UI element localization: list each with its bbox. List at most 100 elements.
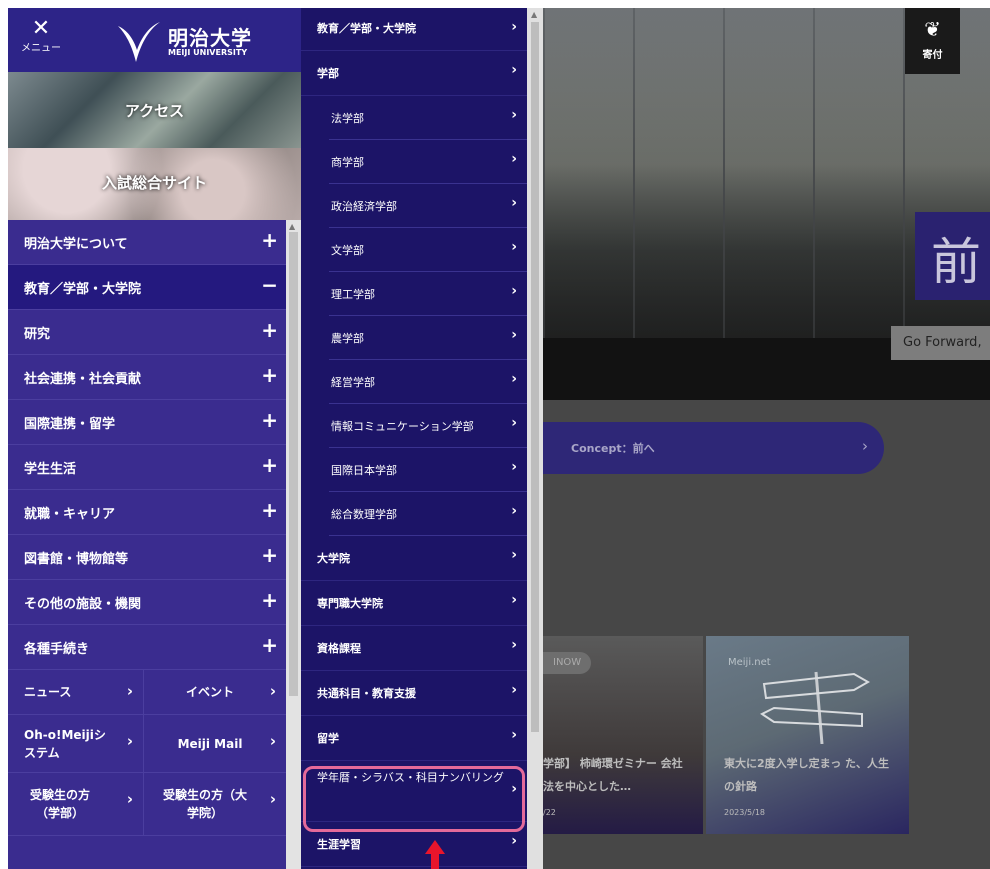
submenu-item-qualification[interactable]: 資格課程 › bbox=[301, 626, 527, 671]
close-icon: ✕ bbox=[31, 16, 51, 41]
quick-links-row: 受験生の方（学部） › 受験生の方（大学院） › bbox=[8, 773, 286, 836]
news-link[interactable]: ニュース › bbox=[8, 670, 144, 714]
entrance-exam-banner-button[interactable]: 入試総合サイト bbox=[8, 148, 301, 220]
chevron-right-icon: › bbox=[511, 239, 517, 255]
hero-title: 前 bbox=[931, 233, 981, 291]
background-page: ❦ 寄付 前 Go Forward, Concept：前へ › INOW 学部】… bbox=[543, 8, 990, 869]
menu-item-international[interactable]: 国際連携・留学 + bbox=[8, 400, 286, 445]
plus-icon: + bbox=[261, 318, 278, 342]
signpost-image bbox=[760, 671, 871, 744]
menu-item-student-life[interactable]: 学生生活 + bbox=[8, 445, 286, 490]
education-submenu-panel: 教育／学部・大学院 › 学部 › 法学部 › 商学部 › 政治経済学部 › 文学部 › 理工… bbox=[301, 8, 527, 869]
menu-item-education[interactable]: 教育／学部・大学院 − bbox=[8, 265, 286, 310]
submenu-item-study-abroad[interactable]: 留学 › bbox=[301, 716, 527, 761]
chevron-right-icon: › bbox=[511, 592, 517, 608]
submenu-faculty-commerce[interactable]: 商学部 › bbox=[301, 140, 527, 184]
news-card[interactable]: Meiji.net 東大に2度入学し定まっ た、人生の針路 2023/5/18 bbox=[706, 636, 909, 834]
main-menu-panel: ✕ メニュー 明治大学 MEIJI UNIVERSITY アクセス 入試総合サイ… bbox=[8, 8, 301, 869]
plus-icon: + bbox=[261, 543, 278, 567]
menu-item-facilities[interactable]: その他の施設・機関 + bbox=[8, 580, 286, 625]
menu-item-about[interactable]: 明治大学について + bbox=[8, 220, 286, 265]
scroll-up-icon: ▲ bbox=[531, 10, 538, 19]
plus-icon: + bbox=[261, 633, 278, 657]
chevron-right-icon: › bbox=[511, 151, 517, 167]
highlight-annotation-box bbox=[303, 766, 525, 832]
close-menu-button[interactable]: ✕ メニュー bbox=[16, 16, 66, 66]
menu-scrollbar[interactable]: ▲ bbox=[286, 220, 301, 869]
menu-item-career[interactable]: 就職・キャリア + bbox=[8, 490, 286, 535]
main-menu-list: 明治大学について + 教育／学部・大学院 − 研究 + 社会連携・社会貢献 + 国際連携… bbox=[8, 220, 286, 836]
chevron-right-icon: › bbox=[126, 682, 133, 700]
submenu-faculty-business[interactable]: 経営学部 › bbox=[301, 360, 527, 404]
submenu-item-faculties[interactable]: 学部 › bbox=[301, 51, 527, 96]
donate-button[interactable]: ❦ 寄付 bbox=[905, 8, 960, 74]
plus-icon: + bbox=[261, 588, 278, 612]
submenu-scrollbar[interactable]: ▲ bbox=[527, 8, 543, 869]
prospective-undergrad-link[interactable]: 受験生の方（学部） › bbox=[8, 773, 144, 835]
chevron-right-icon: › bbox=[511, 727, 517, 743]
sprout-icon: ❦ bbox=[924, 17, 941, 41]
concept-label: Concept：前へ bbox=[571, 442, 655, 455]
chevron-right-icon: › bbox=[269, 732, 276, 750]
plus-icon: + bbox=[261, 408, 278, 432]
chevron-right-icon: › bbox=[511, 19, 517, 35]
quick-links-row: Oh-o!Meijiシステム › Meiji Mail › bbox=[8, 715, 286, 773]
plus-icon: + bbox=[261, 363, 278, 387]
card-date: 2023/5/18 bbox=[724, 808, 766, 817]
access-banner-label: アクセス bbox=[124, 102, 185, 120]
card-tag: INOW bbox=[543, 652, 592, 674]
card-date: /22 bbox=[543, 808, 556, 817]
close-menu-label: メニュー bbox=[21, 43, 61, 54]
chevron-right-icon: › bbox=[511, 107, 517, 123]
donate-label: 寄付 bbox=[922, 50, 943, 61]
chevron-right-icon: › bbox=[511, 195, 517, 211]
submenu-faculty-math[interactable]: 総合数理学部 › bbox=[301, 492, 527, 536]
menu-header: ✕ メニュー 明治大学 MEIJI UNIVERSITY bbox=[8, 8, 301, 72]
chevron-right-icon: › bbox=[511, 459, 517, 475]
ohmeiji-system-link[interactable]: Oh-o!Meijiシステム › bbox=[8, 715, 144, 772]
submenu-faculty-science[interactable]: 理工学部 › bbox=[301, 272, 527, 316]
meiji-mail-link[interactable]: Meiji Mail › bbox=[144, 715, 286, 772]
chevron-right-icon: › bbox=[511, 371, 517, 387]
submenu-faculty-letters[interactable]: 文学部 › bbox=[301, 228, 527, 272]
hero-caption: Go Forward, bbox=[903, 335, 982, 350]
menu-item-library[interactable]: 図書館・博物館等 + bbox=[8, 535, 286, 580]
minus-icon: − bbox=[261, 273, 278, 297]
event-link[interactable]: イベント › bbox=[144, 670, 286, 714]
chevron-right-icon: › bbox=[511, 283, 517, 299]
chevron-right-icon: › bbox=[511, 327, 517, 343]
submenu-scrollbar-thumb[interactable] bbox=[531, 22, 539, 732]
plus-icon: + bbox=[261, 228, 278, 252]
submenu-item-graduate[interactable]: 大学院 › bbox=[301, 536, 527, 581]
menu-scrollbar-thumb[interactable] bbox=[289, 232, 298, 696]
red-arrow-icon bbox=[425, 840, 445, 854]
news-card[interactable]: INOW 学部】 柿崎環ゼミナー 会社法を中心とした… /22 bbox=[543, 636, 703, 834]
submenu-faculty-info-comm[interactable]: 情報コミュニケーション学部 › bbox=[301, 404, 527, 448]
submenu-item-education[interactable]: 教育／学部・大学院 › bbox=[301, 8, 527, 51]
submenu-item-professional-graduate[interactable]: 専門職大学院 › bbox=[301, 581, 527, 626]
hero-caption-box: Go Forward, bbox=[891, 326, 990, 360]
chevron-right-icon: › bbox=[511, 415, 517, 431]
chevron-right-icon: › bbox=[269, 790, 276, 808]
chevron-right-icon: › bbox=[862, 437, 868, 455]
menu-item-research[interactable]: 研究 + bbox=[8, 310, 286, 355]
menu-item-procedures[interactable]: 各種手続き + bbox=[8, 625, 286, 670]
chevron-right-icon: › bbox=[269, 682, 276, 700]
chevron-right-icon: › bbox=[511, 833, 517, 849]
viewport: ✕ メニュー 明治大学 MEIJI UNIVERSITY アクセス 入試総合サイ… bbox=[8, 8, 990, 869]
entrance-exam-banner-label: 入試総合サイト bbox=[101, 174, 207, 192]
submenu-faculty-global-japan[interactable]: 国際日本学部 › bbox=[301, 448, 527, 492]
concept-button[interactable]: Concept：前へ › bbox=[543, 422, 884, 474]
access-banner-button[interactable]: アクセス bbox=[8, 72, 301, 148]
logo-text-en: MEIJI UNIVERSITY bbox=[168, 48, 248, 57]
logo-text-jp: 明治大学 bbox=[168, 26, 252, 50]
submenu-faculty-agriculture[interactable]: 農学部 › bbox=[301, 316, 527, 360]
meiji-logo[interactable]: 明治大学 MEIJI UNIVERSITY bbox=[116, 16, 276, 68]
prospective-grad-link[interactable]: 受験生の方（大学院） › bbox=[144, 773, 286, 835]
submenu-faculty-politics[interactable]: 政治経済学部 › bbox=[301, 184, 527, 228]
logo-mark-icon bbox=[118, 22, 160, 62]
submenu-faculty-law[interactable]: 法学部 › bbox=[301, 96, 527, 140]
plus-icon: + bbox=[261, 453, 278, 477]
menu-item-social[interactable]: 社会連携・社会貢献 + bbox=[8, 355, 286, 400]
submenu-item-common-subjects[interactable]: 共通科目・教育支援 › bbox=[301, 671, 527, 716]
